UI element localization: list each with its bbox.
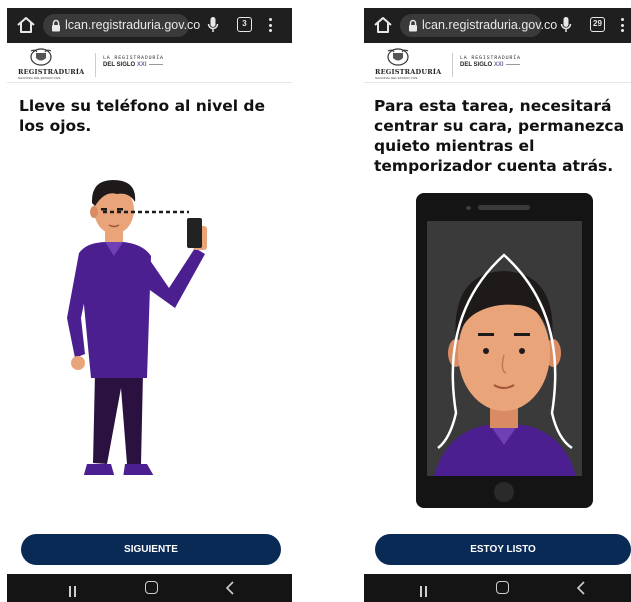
- mic-icon[interactable]: [207, 16, 219, 34]
- estoy-listo-button[interactable]: ESTOY LISTO: [375, 534, 631, 565]
- lock-icon: [409, 19, 417, 32]
- slogan-text: DEL SIGLO: [460, 62, 493, 68]
- brand-divider: [95, 53, 96, 77]
- slogan-numeral: XXI: [136, 62, 147, 68]
- brand-header: REGISTRADURÍA NACIONAL DEL ESTADO CIVIL …: [364, 43, 631, 83]
- url-text: lcan.registraduria.gov.co: [422, 18, 558, 32]
- nav-recents-icon[interactable]: [69, 582, 83, 597]
- home-icon[interactable]: [15, 14, 37, 36]
- nav-back-icon[interactable]: [576, 581, 586, 595]
- lock-icon: [52, 19, 60, 32]
- brand-header: REGISTRADURÍA NACIONAL DEL ESTADO CIVIL …: [7, 43, 292, 83]
- browser-toolbar: lcan.registraduria.gov.co 3: [7, 8, 292, 43]
- slogan-line-1: LA REGISTRADURÍA: [103, 55, 164, 61]
- menu-icon[interactable]: [621, 17, 625, 33]
- android-nav-bar: [364, 574, 631, 602]
- slogan-text: DEL SIGLO: [103, 62, 136, 68]
- slogan-line-2: DEL SIGLO XXI: [460, 62, 520, 68]
- left-phone-screen: lcan.registraduria.gov.co 3 REGISTRADURÍ…: [7, 8, 292, 602]
- brand-subtitle: NACIONAL DEL ESTADO CIVIL: [18, 76, 62, 80]
- siguiente-button[interactable]: SIGUIENTE: [21, 534, 281, 565]
- address-bar[interactable]: lcan.registraduria.gov.co: [400, 14, 557, 37]
- nav-home-icon[interactable]: [145, 581, 158, 594]
- menu-icon[interactable]: [269, 17, 273, 33]
- brand-name: REGISTRADURÍA: [375, 68, 442, 76]
- tabs-icon[interactable]: 3: [237, 17, 252, 32]
- android-nav-bar: [7, 574, 292, 602]
- slogan-rule: [505, 63, 520, 65]
- address-bar[interactable]: lcan.registraduria.gov.co: [43, 14, 200, 37]
- coat-of-arms-logo: [30, 48, 52, 66]
- slogan-rule: [148, 63, 163, 65]
- brand-subtitle: NACIONAL DEL ESTADO CIVIL: [375, 76, 419, 80]
- nav-home-icon[interactable]: [496, 581, 509, 594]
- man-holding-phone-illustration: [67, 180, 207, 479]
- coat-of-arms-logo: [387, 48, 409, 66]
- instruction-heading: Lleve su teléfono al nivel de los ojos.: [19, 97, 266, 135]
- nav-back-icon[interactable]: [225, 581, 235, 595]
- brand-divider: [452, 53, 453, 77]
- slogan-line-1: LA REGISTRADURÍA: [460, 55, 521, 61]
- url-text: lcan.registraduria.gov.co: [65, 18, 201, 32]
- right-phone-screen: lcan.registraduria.gov.co 29 REGISTRADUR…: [364, 8, 631, 602]
- mic-icon[interactable]: [560, 16, 572, 34]
- instruction-heading: Para esta tarea, necesitará centrar su c…: [374, 97, 625, 175]
- slogan-numeral: XXI: [493, 62, 504, 68]
- brand-name: REGISTRADURÍA: [18, 68, 85, 76]
- home-icon[interactable]: [372, 14, 394, 36]
- nav-recents-icon[interactable]: [420, 582, 434, 597]
- tabs-icon[interactable]: 29: [590, 17, 605, 32]
- face-centering-phone-illustration: [416, 193, 593, 508]
- browser-toolbar: lcan.registraduria.gov.co 29: [364, 8, 631, 43]
- slogan-line-2: DEL SIGLO XXI: [103, 62, 163, 68]
